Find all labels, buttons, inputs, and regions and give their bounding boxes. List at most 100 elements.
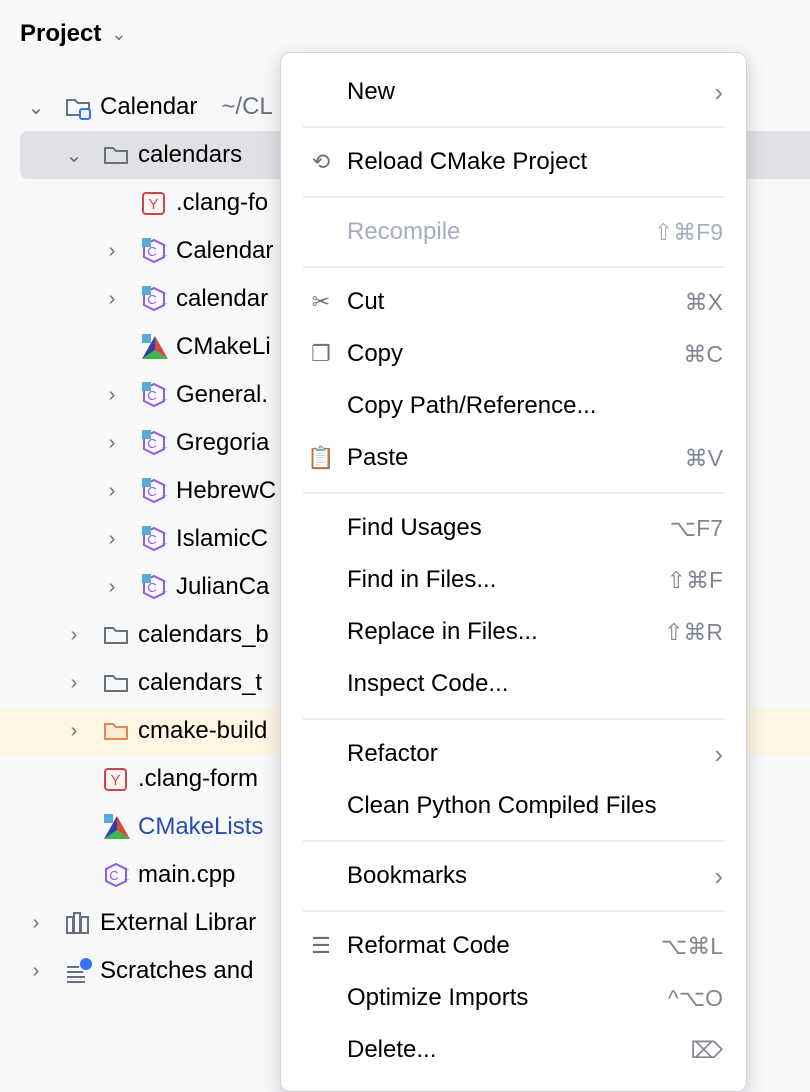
menu-item-find-in-files[interactable]: Find in Files...⇧⌘F (281, 554, 746, 606)
tree-item-label: JulianCa (176, 573, 269, 601)
cpp-module-icon: C++ (140, 429, 168, 457)
svg-text:C: C (109, 868, 118, 883)
menu-item-label: Reformat Code (347, 932, 510, 960)
menu-separator (281, 902, 746, 920)
chevron-right-icon[interactable]: › (26, 912, 46, 935)
svg-text:+: + (162, 587, 167, 597)
tree-item-label: General. (176, 381, 268, 409)
menu-item-label: Clean Python Compiled Files (347, 792, 656, 820)
yaml-icon: Y (140, 189, 168, 217)
tree-item-label: .clang-fo (176, 189, 268, 217)
tree-item-label: HebrewC (176, 477, 276, 505)
chevron-right-icon[interactable]: › (64, 720, 84, 743)
tree-item-label: calendars_b (138, 621, 269, 649)
chevron-right-icon[interactable]: › (64, 672, 84, 695)
menu-item-bookmarks[interactable]: Bookmarks › (281, 850, 746, 902)
shortcut: ⌥⌘L (661, 933, 723, 960)
svg-text:Y: Y (148, 196, 158, 213)
menu-item-label: Delete... (347, 1036, 436, 1064)
chevron-right-icon[interactable]: › (102, 528, 122, 551)
shortcut: ⌦ (690, 1037, 723, 1064)
menu-item-copy[interactable]: ❐Copy⌘C (281, 328, 746, 380)
chevron-right-icon[interactable]: › (26, 960, 46, 983)
tree-item-label: IslamicC (176, 525, 268, 553)
reformat-icon: ☰ (307, 932, 335, 960)
scissors-icon: ✂ (307, 288, 335, 316)
menu-item-label: Find Usages (347, 514, 482, 542)
tree-item-label: CMakeLi (176, 333, 271, 361)
menu-item-cut[interactable]: ✂Cut⌘X (281, 276, 746, 328)
chevron-right-icon: › (714, 861, 723, 892)
copy-icon: ❐ (307, 340, 335, 368)
menu-item-label: Find in Files... (347, 566, 496, 594)
shortcut: ⇧⌘R (664, 619, 723, 646)
chevron-right-icon[interactable]: › (102, 240, 122, 263)
menu-separator (281, 710, 746, 728)
menu-item-paste[interactable]: 📋Paste⌘V (281, 432, 746, 484)
chevron-right-icon[interactable]: › (102, 288, 122, 311)
menu-item-replace-in-files[interactable]: Replace in Files...⇧⌘R (281, 606, 746, 658)
excluded-folder-icon (102, 717, 130, 745)
svg-text:+: + (162, 289, 167, 299)
menu-item-reload-cmake-project[interactable]: ⟲Reload CMake Project (281, 136, 746, 188)
menu-separator (281, 118, 746, 136)
menu-item-label: New (347, 78, 395, 106)
project-panel-header[interactable]: Project ⌄ (20, 16, 126, 52)
menu-item-inspect-code[interactable]: Inspect Code... (281, 658, 746, 710)
svg-text:+: + (162, 577, 167, 587)
menu-item-label: Optimize Imports (347, 984, 528, 1012)
svg-text:+: + (162, 539, 167, 549)
menu-item-reformat-code[interactable]: ☰ Reformat Code ⌥⌘L (281, 920, 746, 972)
svg-text:Y: Y (110, 772, 120, 789)
menu-item-label: Bookmarks (347, 862, 467, 890)
tree-item-label: CMakeLists (138, 813, 263, 841)
menu-item-label: Recompile (347, 218, 460, 246)
project-folder-icon (64, 93, 92, 121)
menu-item-refactor[interactable]: Refactor› (281, 728, 746, 780)
tree-item-label: calendar (176, 285, 268, 313)
menu-separator (281, 258, 746, 276)
shortcut: ^⌥O (668, 985, 723, 1012)
svg-text:+: + (124, 865, 129, 875)
tree-item-label: Gregoria (176, 429, 269, 457)
scratches-icon (64, 957, 92, 985)
folder-icon (102, 669, 130, 697)
chevron-right-icon[interactable]: › (102, 432, 122, 455)
tree-item-label: .clang-form (138, 765, 258, 793)
folder-icon (102, 141, 130, 169)
menu-item-delete[interactable]: Delete... ⌦ (281, 1024, 746, 1076)
svg-text:+: + (162, 529, 167, 539)
menu-item-optimize-imports[interactable]: Optimize Imports ^⌥O (281, 972, 746, 1024)
chevron-right-icon[interactable]: › (64, 624, 84, 647)
menu-item-new[interactable]: New› (281, 66, 746, 118)
menu-item-find-usages[interactable]: Find Usages⌥F7 (281, 502, 746, 554)
menu-separator (281, 188, 746, 206)
svg-text:+: + (124, 875, 129, 885)
chevron-right-icon[interactable]: › (102, 576, 122, 599)
menu-item-recompile: Recompile⇧⌘F9 (281, 206, 746, 258)
tree-item-label: Calendar~/CL (100, 93, 273, 121)
tree-item-label: main.cpp (138, 861, 235, 889)
path-hint: ~/CL (221, 93, 272, 120)
cmake-icon (140, 333, 168, 361)
menu-item-clean-python-compiled-files[interactable]: Clean Python Compiled Files (281, 780, 746, 832)
tree-item-label: Calendar (176, 237, 273, 265)
cmake-icon (102, 813, 130, 841)
paste-icon: 📋 (307, 444, 335, 472)
menu-item-label: Cut (347, 288, 384, 316)
chevron-down-icon[interactable]: ⌄ (26, 95, 46, 120)
context-menu: New›⟲Reload CMake ProjectRecompile⇧⌘F9✂C… (280, 52, 747, 1092)
chevron-right-icon[interactable]: › (102, 480, 122, 503)
chevron-down-icon[interactable]: ⌄ (64, 143, 84, 168)
shortcut: ⌘C (683, 341, 723, 368)
svg-text:+: + (162, 481, 167, 491)
svg-text:+: + (162, 443, 167, 453)
menu-item-copy-path-reference[interactable]: Copy Path/Reference... (281, 380, 746, 432)
tree-item-label: Scratches and (100, 957, 253, 985)
cpp-module-icon: C++ (140, 237, 168, 265)
chevron-right-icon[interactable]: › (102, 384, 122, 407)
svg-text:+: + (162, 251, 167, 261)
panel-title: Project (20, 20, 101, 48)
svg-text:+: + (162, 491, 167, 501)
svg-text:+: + (162, 433, 167, 443)
